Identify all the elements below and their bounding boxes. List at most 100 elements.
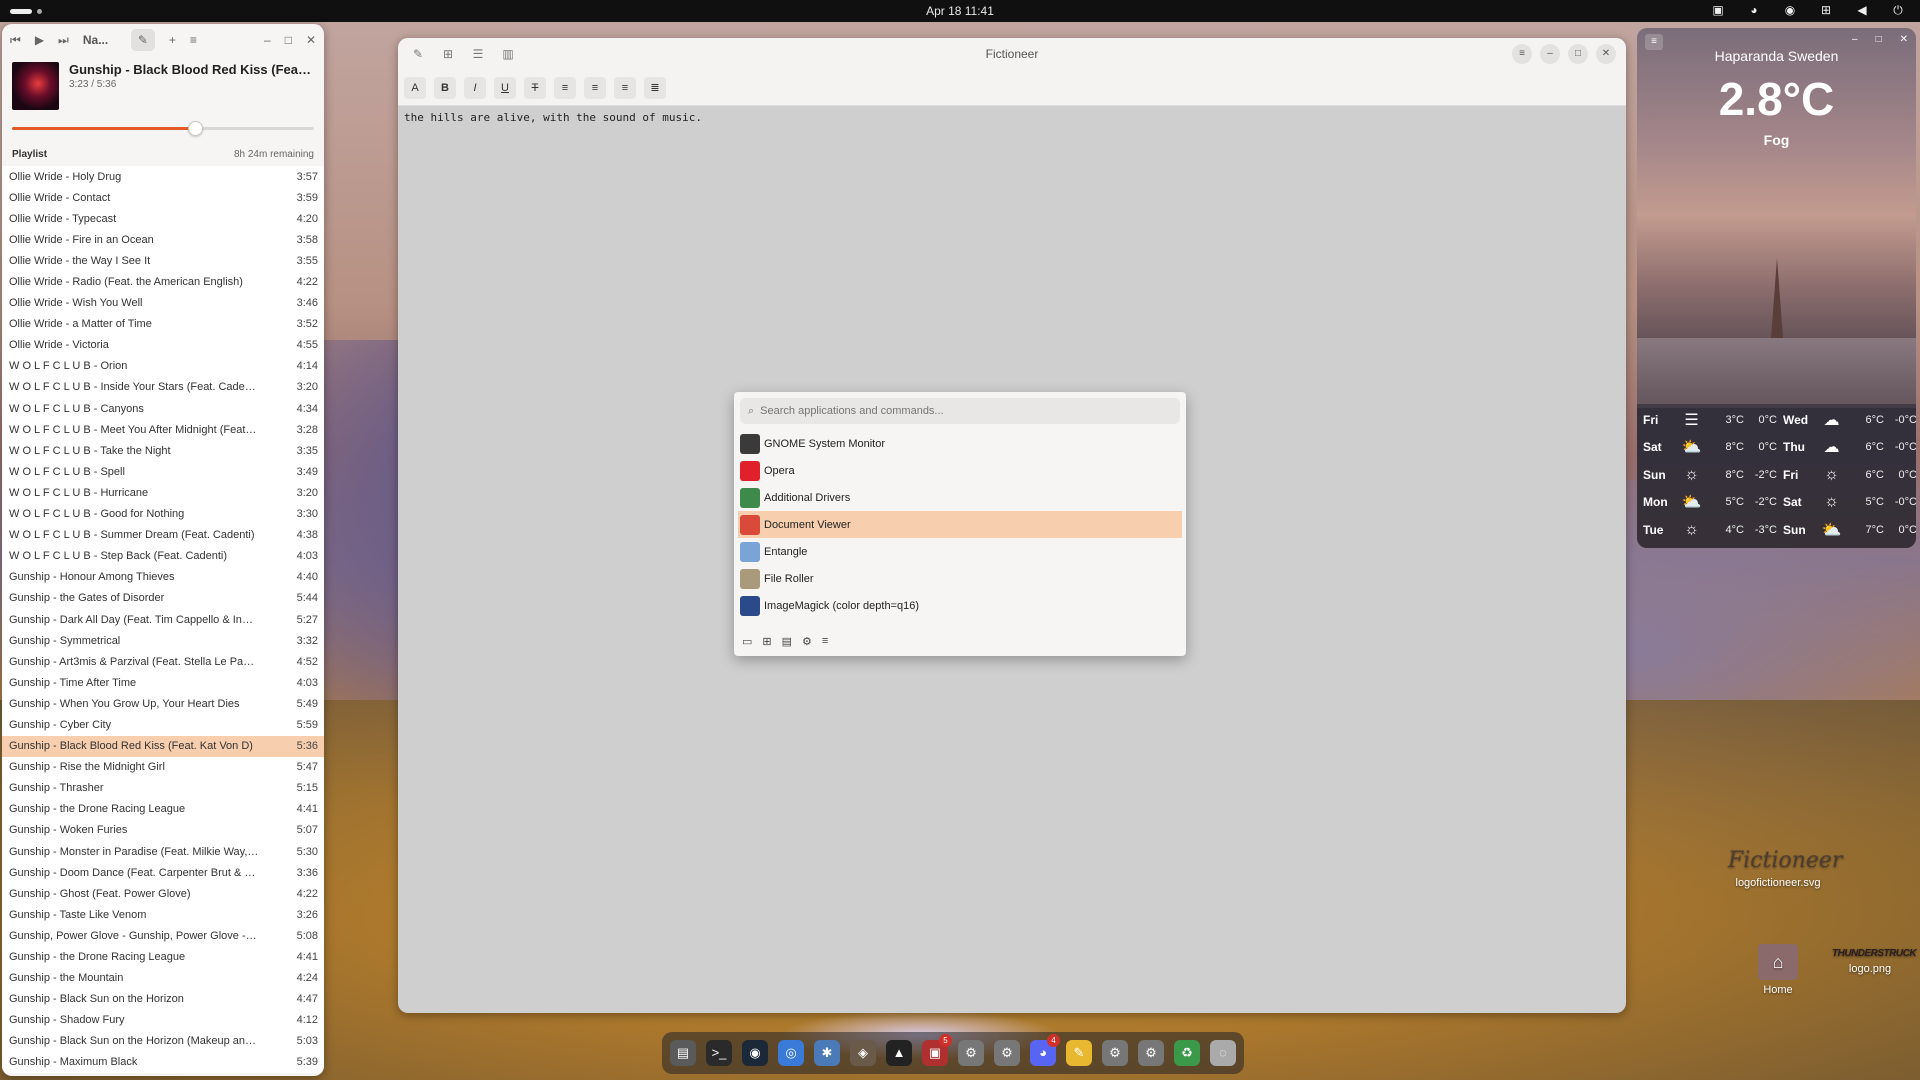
text-style-icon[interactable]: A bbox=[404, 76, 426, 99]
play-icon[interactable]: ▶ bbox=[35, 33, 44, 47]
playlist-item[interactable]: Gunship - Ghost (Feat. Power Glove) 4:22 bbox=[2, 883, 324, 904]
playlist-item[interactable]: Gunship - Cyber City 5:59 bbox=[2, 714, 324, 735]
playlist-item[interactable]: Gunship - Black Sun on the Horizon 4:47 bbox=[2, 989, 324, 1010]
clock[interactable]: Apr 18 11:41 bbox=[0, 4, 1920, 18]
list-mode-icon[interactable]: ≡ bbox=[822, 635, 828, 648]
gear-wheel-icon[interactable]: ✱ bbox=[814, 1040, 840, 1066]
playlist-item[interactable]: W O L F C L U B - Step Back (Feat. Caden… bbox=[2, 546, 324, 567]
align-left-icon[interactable]: ≡ bbox=[554, 76, 576, 99]
playlist-item[interactable]: Gunship - Monster in Paradise (Feat. Mil… bbox=[2, 841, 324, 862]
minimize-icon[interactable]: – bbox=[264, 33, 271, 47]
settings-icon[interactable]: ⚙ bbox=[958, 1040, 984, 1066]
grid-icon[interactable]: ⊞ bbox=[436, 47, 460, 61]
playlist-item[interactable]: Gunship - Symmetrical 3:32 bbox=[2, 630, 324, 651]
playlist-item[interactable]: Gunship - Black Sun on the Horizon (Make… bbox=[2, 1031, 324, 1052]
settings-icon-2[interactable]: ⚙ bbox=[994, 1040, 1020, 1066]
settings-icon-3[interactable]: ⚙ bbox=[1102, 1040, 1128, 1066]
settings-mode-icon[interactable]: ⚙ bbox=[802, 635, 812, 648]
playlist-item[interactable]: Gunship - Art3mis & Parzival (Feat. Stel… bbox=[2, 651, 324, 672]
close-icon[interactable]: ✕ bbox=[1596, 44, 1616, 64]
maximize-icon[interactable]: □ bbox=[285, 33, 292, 47]
playlist-item[interactable]: Gunship, Power Glove - Gunship, Power Gl… bbox=[2, 925, 324, 946]
pen-icon[interactable]: ✎ bbox=[406, 47, 430, 61]
desktop-file-logo-svg[interactable]: Fictioneer logofictioneer.svg bbox=[1728, 848, 1842, 889]
pin-icon[interactable]: ✎ bbox=[130, 29, 155, 51]
playlist-item[interactable]: W O L F C L U B - Inside Your Stars (Fea… bbox=[2, 377, 324, 398]
playlist-item[interactable]: Ollie Wride - Wish You Well 3:46 bbox=[2, 293, 324, 314]
tray-app-icon[interactable]: ▣ bbox=[1710, 3, 1726, 18]
text-editor-icon[interactable]: ✎ bbox=[1066, 1040, 1092, 1066]
launcher-item[interactable]: ImageMagick (color depth=q16) bbox=[738, 592, 1182, 619]
steam-tray-icon[interactable]: ◉ bbox=[1782, 3, 1798, 18]
steam-icon[interactable]: ◉ bbox=[742, 1040, 768, 1066]
list-icon[interactable]: ☰ bbox=[466, 47, 490, 61]
search-box[interactable]: ⌕ bbox=[740, 398, 1180, 424]
playlist-item[interactable]: Gunship - Honour Among Thieves 4:40 bbox=[2, 567, 324, 588]
maximize-icon[interactable]: □ bbox=[1568, 44, 1588, 64]
discord-icon[interactable]: ◕ 4 bbox=[1030, 1034, 1060, 1066]
underline-button[interactable]: U bbox=[494, 76, 516, 99]
playlist-item[interactable]: Ollie Wride - the Way I See It 3:55 bbox=[2, 250, 324, 271]
playlist-item[interactable]: Ollie Wride - Typecast 4:20 bbox=[2, 208, 324, 229]
playlist-item[interactable]: Ollie Wride - a Matter of Time 3:52 bbox=[2, 314, 324, 335]
close-icon[interactable]: ✕ bbox=[1900, 34, 1908, 45]
search-input[interactable] bbox=[760, 405, 1161, 417]
justify-icon[interactable]: ≣ bbox=[644, 76, 666, 99]
apps-mode-icon[interactable]: ⊞ bbox=[762, 635, 771, 648]
bold-button[interactable]: B bbox=[434, 76, 456, 99]
sidebar-icon[interactable]: ▥ bbox=[496, 47, 520, 61]
menu-icon[interactable]: ≡ bbox=[190, 33, 197, 47]
playlist-item[interactable]: Gunship - When You Grow Up, Your Heart D… bbox=[2, 693, 324, 714]
chrome-icon[interactable]: ◎ bbox=[778, 1040, 804, 1066]
power-icon[interactable]: ⏻ bbox=[1890, 3, 1906, 18]
network-icon[interactable]: ⊞ bbox=[1818, 3, 1834, 18]
inkscape-icon[interactable]: ▲ bbox=[886, 1040, 912, 1066]
italic-button[interactable]: I bbox=[464, 76, 486, 99]
volume-icon[interactable]: ◀ bbox=[1854, 3, 1870, 18]
window-mode-icon[interactable]: ▭ bbox=[742, 635, 752, 648]
playlist-item[interactable]: W O L F C L U B - Good for Nothing 3:30 bbox=[2, 504, 324, 525]
playlist-item[interactable]: Gunship - the Gates of Disorder 5:44 bbox=[2, 588, 324, 609]
playlist-item[interactable]: Ollie Wride - Radio (Feat. the American … bbox=[2, 271, 324, 292]
discord-tray-icon[interactable]: ◕ bbox=[1746, 3, 1762, 18]
playlist-item[interactable]: Ollie Wride - Holy Drug 3:57 bbox=[2, 166, 324, 187]
playlist-item[interactable]: Gunship - Doom Dance (Feat. Carpenter Br… bbox=[2, 862, 324, 883]
minimize-icon[interactable]: – bbox=[1852, 34, 1858, 45]
minimize-icon[interactable]: – bbox=[1540, 44, 1560, 64]
playlist-item[interactable]: W O L F C L U B - Canyons 4:34 bbox=[2, 398, 324, 419]
playlist-item-active[interactable]: Gunship - Black Blood Red Kiss (Feat. Ka… bbox=[2, 735, 324, 757]
desktop-file-logo-png[interactable]: THUNDERSTRUCK logo.png bbox=[1832, 948, 1917, 975]
launcher-item[interactable]: Entangle bbox=[738, 538, 1182, 565]
playlist-item[interactable]: Gunship - Dark All Day (Feat. Tim Cappel… bbox=[2, 609, 324, 630]
files-mode-icon[interactable]: ▤ bbox=[782, 635, 792, 648]
playlist-item[interactable]: Gunship - the Drone Racing League 4:41 bbox=[2, 946, 324, 967]
launcher-item[interactable]: File Roller bbox=[738, 565, 1182, 592]
playlist-item[interactable]: W O L F C L U B - Meet You After Midnigh… bbox=[2, 419, 324, 440]
notes-icon[interactable]: ▣ 5 bbox=[922, 1034, 952, 1066]
playlist-item[interactable]: Gunship - Time After Time 4:03 bbox=[2, 672, 324, 693]
files-icon[interactable]: ▤ bbox=[670, 1040, 696, 1066]
playlist-item[interactable]: W O L F C L U B - Take the Night 3:35 bbox=[2, 440, 324, 461]
playlist-item[interactable]: Ollie Wride - Contact 3:59 bbox=[2, 187, 324, 208]
hamburger-menu-icon[interactable]: ≡ bbox=[1512, 44, 1532, 64]
settings-icon-4[interactable]: ⚙ bbox=[1138, 1040, 1164, 1066]
close-icon[interactable]: ✕ bbox=[306, 33, 316, 47]
playlist-item[interactable]: Gunship - Thrasher 5:15 bbox=[2, 778, 324, 799]
launcher-item[interactable]: GNOME System Monitor bbox=[738, 430, 1182, 457]
editor-text[interactable]: the hills are alive, with the sound of m… bbox=[398, 106, 1626, 129]
desktop-home-folder[interactable]: ⌂ Home bbox=[1750, 944, 1806, 996]
align-center-icon[interactable]: ≡ bbox=[584, 76, 606, 99]
terminal-icon[interactable]: >_ bbox=[706, 1040, 732, 1066]
previous-icon[interactable]: ⏮ bbox=[10, 33, 21, 48]
playlist-item[interactable]: W O L F C L U B - Spell 3:49 bbox=[2, 461, 324, 482]
playlist-item[interactable]: Ollie Wride - Fire in an Ocean 3:58 bbox=[2, 229, 324, 250]
playlist-item[interactable]: Gunship - Woken Furies 5:07 bbox=[2, 820, 324, 841]
launcher-item[interactable]: Document Viewer bbox=[738, 511, 1182, 538]
playlist-item[interactable]: Gunship - Shadow Fury 4:12 bbox=[2, 1010, 324, 1031]
seek-bar[interactable] bbox=[12, 116, 314, 142]
strikethrough-button[interactable]: T bbox=[524, 76, 546, 99]
maximize-icon[interactable]: □ bbox=[1876, 34, 1882, 45]
playlist-item[interactable]: Gunship - the Mountain 4:24 bbox=[2, 968, 324, 989]
playlist-item[interactable]: W O L F C L U B - Summer Dream (Feat. Ca… bbox=[2, 525, 324, 546]
recycle-icon[interactable]: ♻ bbox=[1174, 1040, 1200, 1066]
